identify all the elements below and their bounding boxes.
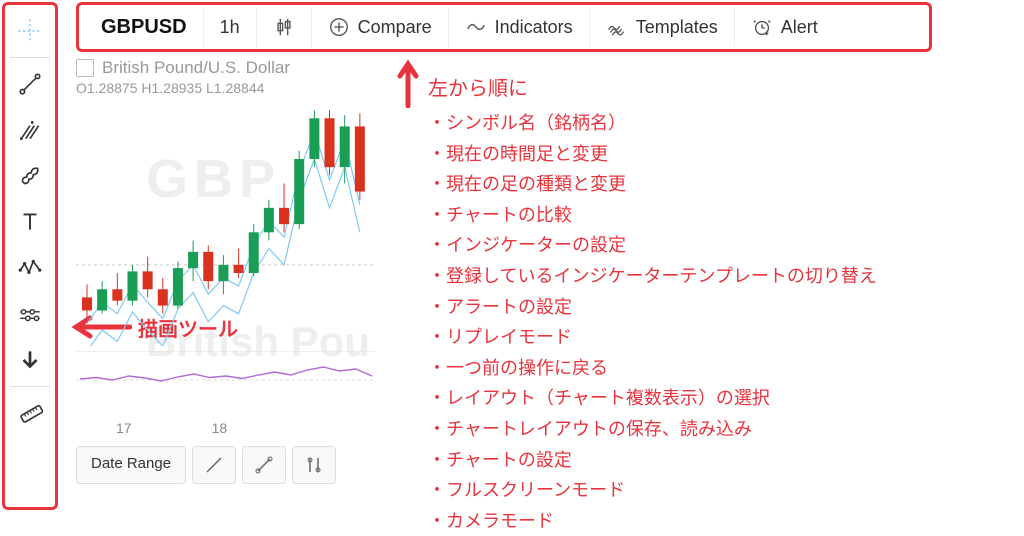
annotation-item: チャートレイアウトの保存、読み込み — [428, 414, 877, 445]
timeframe-label: 1h — [220, 17, 240, 38]
wave-icon — [465, 16, 487, 38]
annotation-item: チャートの比較 — [428, 200, 877, 231]
annotation-arrow-up — [390, 58, 426, 113]
annotation-heading: 左から順に — [428, 72, 877, 106]
ohlc-readout: O1.28875 H1.28935 L1.28844 — [76, 80, 386, 96]
timeframe-selector[interactable]: 1h — [204, 7, 257, 47]
annotation-item: レイアウト（チャート複数表示）の選択 — [428, 383, 877, 414]
brush-tool[interactable] — [8, 154, 52, 198]
oscillator-subpanel[interactable] — [76, 351, 376, 411]
trend-line-tool[interactable] — [8, 62, 52, 106]
plus-square-icon[interactable] — [76, 59, 94, 77]
forecast-tool[interactable] — [8, 292, 52, 336]
templates-label: Templates — [636, 17, 718, 38]
date-range-button[interactable]: Date Range — [76, 446, 186, 484]
indicators-button[interactable]: Indicators — [449, 7, 590, 47]
arrow-marker-tool[interactable] — [8, 338, 52, 382]
annotation-item: 現在の時間足と変更 — [428, 139, 877, 170]
pitchfork-tool[interactable] — [8, 108, 52, 152]
candlestick-chart[interactable] — [76, 96, 376, 346]
compare-button[interactable]: Compare — [312, 7, 449, 47]
alert-button[interactable]: Alert — [735, 7, 834, 47]
annotation-item: 登録しているインジケーターテンプレートの切り替え — [428, 261, 877, 292]
templates-button[interactable]: Templates — [590, 7, 735, 47]
annotation-item: フルスクリーンモード — [428, 475, 877, 506]
mini-channel-tool[interactable] — [292, 446, 336, 484]
measure-tool[interactable] — [8, 391, 52, 435]
annotation-item: 現在の足の種類と変更 — [428, 169, 877, 200]
separator — [10, 57, 50, 58]
annotation-item: 一つ前の操作に戻る — [428, 353, 877, 384]
alert-clock-icon — [751, 16, 773, 38]
compare-label: Compare — [358, 17, 432, 38]
indicators-label: Indicators — [495, 17, 573, 38]
chart-title: British Pound/U.S. Dollar — [102, 58, 290, 78]
crosshair-tool[interactable] — [8, 9, 52, 53]
symbol-name: GBPUSD — [101, 16, 187, 39]
separator — [10, 386, 50, 387]
chart-type-selector[interactable] — [257, 7, 312, 47]
x-tick: 17 — [116, 420, 132, 436]
candlestick-icon — [273, 16, 295, 38]
chart-bottom-bar: Date Range — [76, 446, 386, 484]
annotation-list: 左から順に シンボル名（銘柄名）現在の時間足と変更現在の足の種類と変更チャートの… — [428, 72, 877, 536]
x-axis: 17 18 — [76, 420, 386, 436]
chart-panel[interactable]: GBP British Pou British Pound/U.S. Dolla… — [76, 58, 386, 498]
alert-label: Alert — [781, 17, 818, 38]
text-tool[interactable] — [8, 200, 52, 244]
annotation-item: インジケーターの設定 — [428, 230, 877, 261]
symbol-selector[interactable]: GBPUSD — [85, 7, 204, 47]
templates-icon — [606, 16, 628, 38]
annotation-item: リプレイモード — [428, 322, 877, 353]
annotation-item: カメラモード — [428, 506, 877, 536]
mini-segment-tool[interactable] — [242, 446, 286, 484]
x-tick: 18 — [212, 420, 228, 436]
plus-circle-icon — [328, 16, 350, 38]
mini-line-tool[interactable] — [192, 446, 236, 484]
drawing-toolbar — [2, 2, 58, 510]
annotation-item: アラートの設定 — [428, 292, 877, 323]
top-toolbar: GBPUSD 1h Compare Indicators Templates A… — [76, 2, 932, 52]
pattern-tool[interactable] — [8, 246, 52, 290]
annotation-item: チャートの設定 — [428, 445, 877, 476]
annotation-item: シンボル名（銘柄名） — [428, 108, 877, 139]
